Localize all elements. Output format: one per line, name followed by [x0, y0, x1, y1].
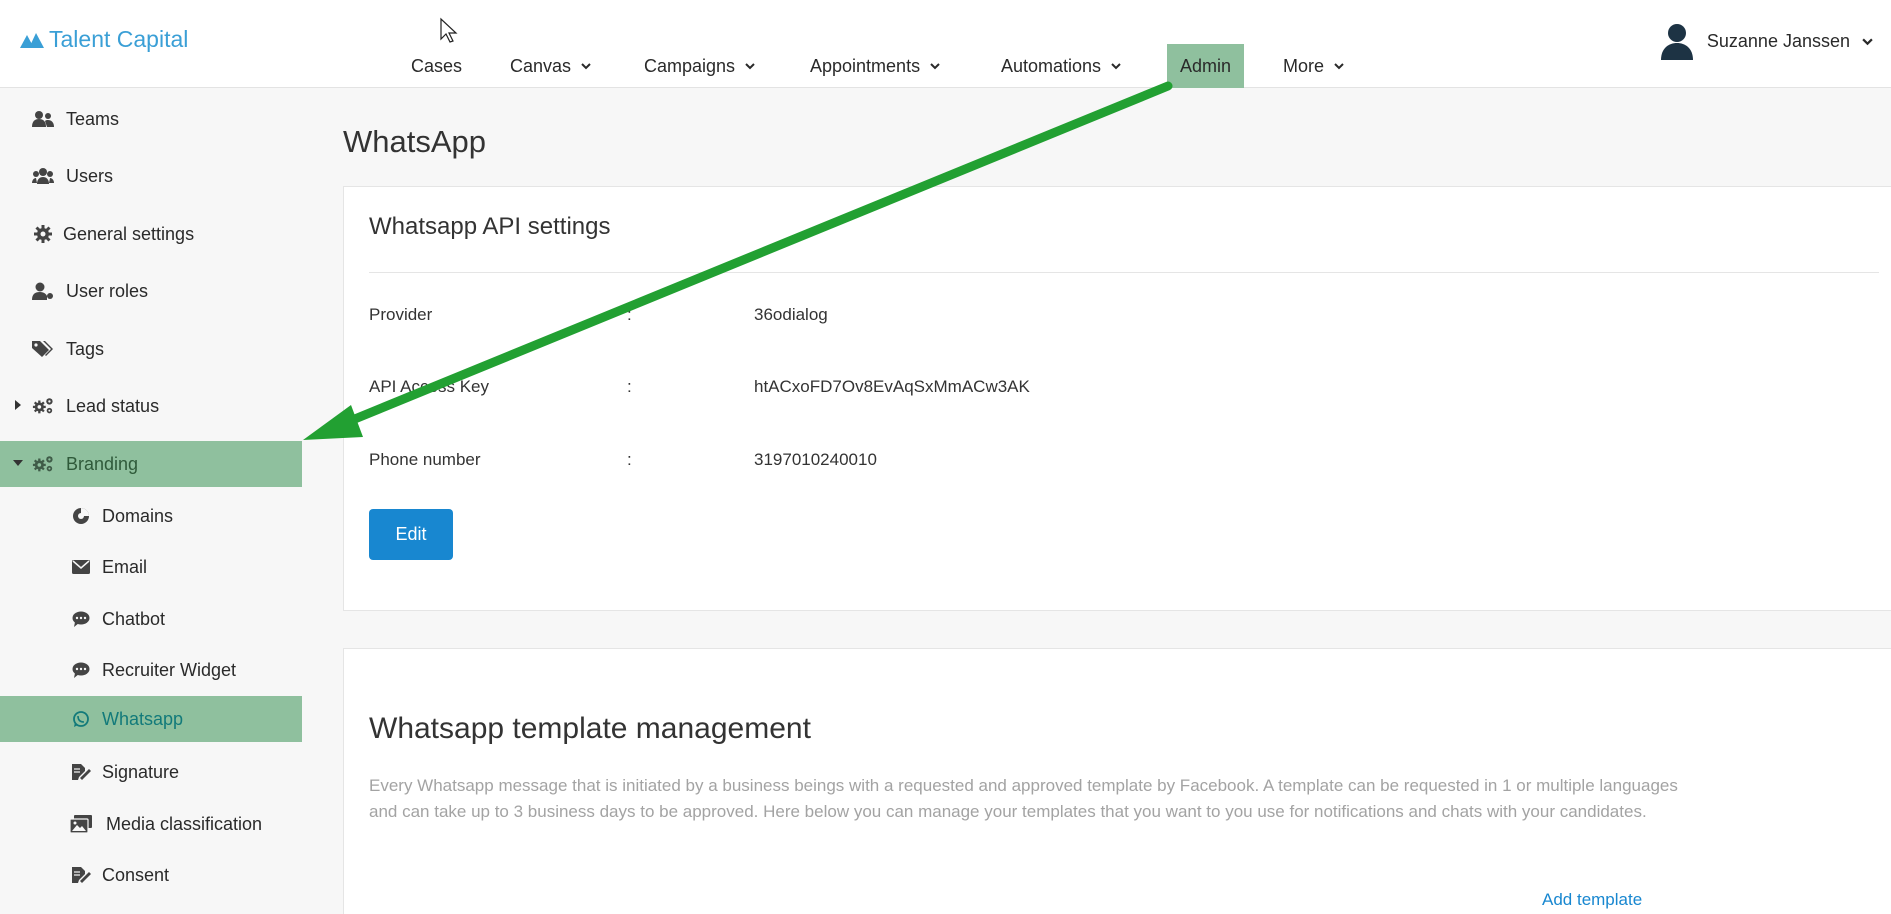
chevron-down-icon	[930, 63, 940, 70]
gears-icon	[32, 454, 54, 474]
provider-label: Provider	[369, 305, 433, 324]
nav-automations[interactable]: Automations	[1001, 44, 1121, 88]
chevron-down-icon	[1111, 63, 1121, 70]
sidebar-item-branding[interactable]: Branding	[0, 441, 302, 487]
sidebar-item-teams[interactable]: Teams	[0, 96, 302, 142]
signature-icon	[70, 762, 92, 782]
nav-more[interactable]: More	[1283, 44, 1344, 88]
sidebar-item-domains[interactable]: Domains	[0, 493, 302, 539]
chevron-down-icon	[1862, 38, 1873, 45]
separator: :	[627, 377, 632, 396]
brand-name: Talent Capital	[49, 26, 189, 52]
media-icon	[70, 814, 92, 834]
sidebar-item-general-settings[interactable]: General settings	[0, 211, 302, 257]
sidebar-item-recruiter-widget[interactable]: Recruiter Widget	[0, 647, 302, 693]
user-roles-icon	[32, 281, 54, 301]
admin-sidebar: Teams Users General settings User roles …	[0, 89, 302, 914]
template-management-card: Whatsapp template management Every Whats…	[343, 648, 1891, 914]
nav-admin[interactable]: Admin	[1167, 44, 1245, 88]
api-settings-card: Whatsapp API settings Provider : 36odial…	[343, 186, 1891, 611]
avatar-icon	[1660, 24, 1693, 60]
template-management-description: Every Whatsapp message that is initiated…	[369, 776, 1678, 821]
api-settings-title: Whatsapp API settings	[369, 213, 611, 240]
nav-appointments[interactable]: Appointments	[810, 44, 940, 88]
chevron-down-icon	[581, 63, 591, 70]
template-management-title: Whatsapp template management	[369, 712, 811, 745]
phone-number-value: 3197010240010	[754, 450, 877, 469]
brand-logo[interactable]: Talent Capital	[20, 26, 188, 53]
logo-mark-icon	[20, 32, 44, 48]
sidebar-item-media-classification[interactable]: Media classification	[0, 801, 302, 847]
nav-cases[interactable]: Cases	[411, 44, 462, 88]
sidebar-item-chatbot[interactable]: Chatbot	[0, 596, 302, 642]
sidebar-item-tags[interactable]: Tags	[0, 326, 302, 372]
nav-canvas[interactable]: Canvas	[510, 44, 591, 88]
chat-bubble-icon	[70, 660, 92, 680]
add-template-link[interactable]: Add template	[1542, 890, 1642, 910]
separator: :	[627, 450, 632, 469]
user-name: Suzanne Janssen	[1706, 30, 1850, 51]
teams-icon	[32, 109, 54, 129]
edit-button[interactable]: Edit	[369, 509, 453, 560]
api-key-label: API Access Key	[369, 377, 489, 396]
provider-value: 36odialog	[754, 305, 828, 324]
sidebar-item-lead-status[interactable]: Lead status	[0, 383, 302, 429]
sidebar-item-user-roles[interactable]: User roles	[0, 268, 302, 314]
sidebar-item-whatsapp[interactable]: Whatsapp	[0, 696, 302, 742]
chat-bubble-icon	[70, 609, 92, 629]
top-bar: Talent Capital Cases Canvas Campaigns Ap…	[0, 0, 1891, 88]
gears-icon	[32, 396, 54, 416]
caret-down-icon	[13, 460, 23, 466]
users-icon	[32, 166, 54, 186]
gear-icon	[32, 224, 54, 244]
whatsapp-icon	[70, 709, 92, 729]
sidebar-item-signature[interactable]: Signature	[0, 749, 302, 795]
page-title: WhatsApp	[343, 124, 487, 159]
tags-icon	[32, 339, 54, 359]
envelope-icon	[70, 557, 92, 577]
sidebar-item-email[interactable]: Email	[0, 544, 302, 590]
domains-icon	[70, 506, 92, 526]
chevron-down-icon	[745, 63, 755, 70]
separator: :	[627, 305, 632, 324]
user-menu[interactable]: Suzanne Janssen	[1659, 22, 1873, 60]
divider	[369, 272, 1879, 273]
sidebar-item-users[interactable]: Users	[0, 153, 302, 199]
api-key-value: htACxoFD7Ov8EvAqSxMmACw3AK	[754, 377, 1030, 396]
sidebar-item-consent[interactable]: Consent	[0, 852, 302, 898]
phone-number-label: Phone number	[369, 450, 481, 469]
signature-icon	[70, 865, 92, 885]
caret-right-icon	[15, 400, 21, 410]
chevron-down-icon	[1334, 63, 1344, 70]
nav-campaigns[interactable]: Campaigns	[644, 44, 755, 88]
